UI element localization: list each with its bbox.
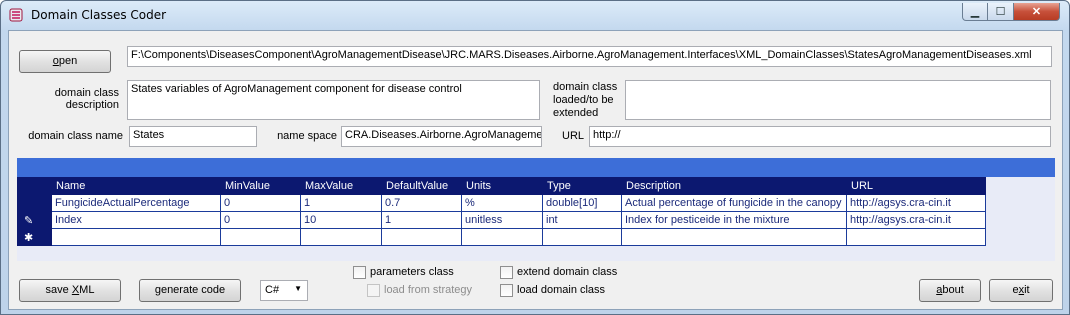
column-header[interactable]: Units xyxy=(461,177,543,195)
load-domain-class-checkbox[interactable] xyxy=(500,284,513,297)
url-label: URL xyxy=(562,130,585,142)
app-window: Domain Classes Coder ▁ ☐ ✕ open F:\Compo… xyxy=(0,0,1070,315)
window-title: Domain Classes Coder xyxy=(31,8,167,22)
grid-cell[interactable]: unitless xyxy=(461,211,543,229)
edit-row-icon[interactable]: ✎ xyxy=(17,211,52,229)
maximize-button[interactable]: ☐ xyxy=(988,3,1014,21)
save-label-pre: save xyxy=(45,284,72,296)
url-field[interactable]: http:// xyxy=(589,126,1051,147)
grid-cell[interactable] xyxy=(300,228,382,246)
row-indicator[interactable] xyxy=(17,194,52,212)
grid-cell[interactable]: FungicideActualPercentage xyxy=(51,194,221,212)
about-label: bout xyxy=(942,284,964,296)
grid-cell[interactable]: 1 xyxy=(300,194,382,212)
loaded-class-field[interactable] xyxy=(625,80,1051,120)
grid-cell[interactable]: 1 xyxy=(381,211,462,229)
close-icon: ✕ xyxy=(1031,6,1042,18)
table-row[interactable]: FungicideActualPercentage 0 1 0.7 % doub… xyxy=(17,194,986,212)
grid-header-row: Name MinValue MaxValue DefaultValue Unit… xyxy=(17,177,986,195)
close-button[interactable]: ✕ xyxy=(1014,3,1060,21)
load-domain-class-label: load domain class xyxy=(517,284,606,296)
chevron-down-icon: ▼ xyxy=(294,284,302,293)
column-header[interactable]: DefaultValue xyxy=(381,177,462,195)
table-row[interactable]: ✎ Index 0 10 1 unitless int Index for pe… xyxy=(17,211,986,229)
minimize-button[interactable]: ▁ xyxy=(962,3,988,21)
namespace-label: name space xyxy=(277,130,337,142)
about-button[interactable]: about xyxy=(919,279,981,302)
grid-cell[interactable]: double[10] xyxy=(542,194,622,212)
grid-cell[interactable]: http://agsys.cra-cin.it xyxy=(846,194,986,212)
grid-cell[interactable]: 0 xyxy=(220,194,301,212)
grid-cell[interactable] xyxy=(220,228,301,246)
open-button[interactable]: open xyxy=(19,50,111,73)
data-grid: Name MinValue MaxValue DefaultValue Unit… xyxy=(17,177,986,246)
grid-cell[interactable]: int xyxy=(542,211,622,229)
column-header[interactable]: URL xyxy=(846,177,986,195)
grid-cell[interactable]: Index for pesticeide in the mixture xyxy=(621,211,847,229)
language-select[interactable]: C# ▼ xyxy=(260,280,308,301)
corner-header[interactable] xyxy=(17,177,52,195)
grid-cell[interactable] xyxy=(51,228,221,246)
parameters-class-checkbox[interactable] xyxy=(353,266,366,279)
file-path-field[interactable]: F:\Components\DiseasesComponent\AgroMana… xyxy=(127,46,1052,67)
extend-domain-class-checkbox[interactable] xyxy=(500,266,513,279)
description-field[interactable]: States variables of AgroManagement compo… xyxy=(127,80,540,120)
exit-button[interactable]: exit xyxy=(989,279,1053,302)
exit-label-post: it xyxy=(1024,284,1030,296)
grid-cell[interactable] xyxy=(542,228,622,246)
open-label: pen xyxy=(58,55,78,67)
column-header[interactable]: Type xyxy=(542,177,622,195)
column-header[interactable]: Name xyxy=(51,177,221,195)
grid-cell[interactable]: http://agsys.cra-cin.it xyxy=(846,211,986,229)
main-panel: open F:\Components\DiseasesComponent\Agr… xyxy=(8,30,1063,310)
grid-cell[interactable] xyxy=(461,228,543,246)
save-label-post: ML xyxy=(79,284,95,296)
grid-caption-band xyxy=(17,158,1055,177)
grid-cell[interactable]: % xyxy=(461,194,543,212)
column-header[interactable]: MinValue xyxy=(220,177,301,195)
extend-domain-class-label: extend domain class xyxy=(517,266,618,278)
language-value: C# xyxy=(265,284,280,296)
load-from-strategy-checkbox[interactable] xyxy=(367,284,380,297)
grid-cell[interactable]: Actual percentage of fungicide in the ca… xyxy=(621,194,847,212)
app-icon xyxy=(9,8,23,22)
grid-cell[interactable]: 0.7 xyxy=(381,194,462,212)
column-header[interactable]: Description xyxy=(621,177,847,195)
namespace-field[interactable]: CRA.Diseases.Airborne.AgroManagement xyxy=(341,126,542,147)
description-label: domain class description xyxy=(54,87,119,111)
grid-cell[interactable]: 0 xyxy=(220,211,301,229)
parameters-class-label: parameters class xyxy=(370,266,454,278)
generate-code-button[interactable]: generate code xyxy=(139,279,241,302)
load-from-strategy-label: load from strategy xyxy=(384,284,473,296)
new-table-row[interactable]: ✱ xyxy=(17,228,986,246)
title-bar[interactable]: Domain Classes Coder ▁ ☐ ✕ xyxy=(1,1,1069,29)
new-row-icon[interactable]: ✱ xyxy=(17,228,52,246)
maximize-icon: ☐ xyxy=(995,6,1006,18)
minimize-icon: ▁ xyxy=(970,6,980,18)
grid-cell[interactable] xyxy=(381,228,462,246)
grid-cell[interactable] xyxy=(621,228,847,246)
grid-cell[interactable] xyxy=(846,228,986,246)
save-xml-button[interactable]: save XML xyxy=(19,279,121,302)
grid-cell[interactable]: 10 xyxy=(300,211,382,229)
class-name-field[interactable]: States xyxy=(129,126,257,147)
grid-cell[interactable]: Index xyxy=(51,211,221,229)
class-name-label: domain class name xyxy=(28,130,123,142)
loaded-label: domain class loaded/to be extended xyxy=(553,81,618,119)
column-header[interactable]: MaxValue xyxy=(300,177,382,195)
